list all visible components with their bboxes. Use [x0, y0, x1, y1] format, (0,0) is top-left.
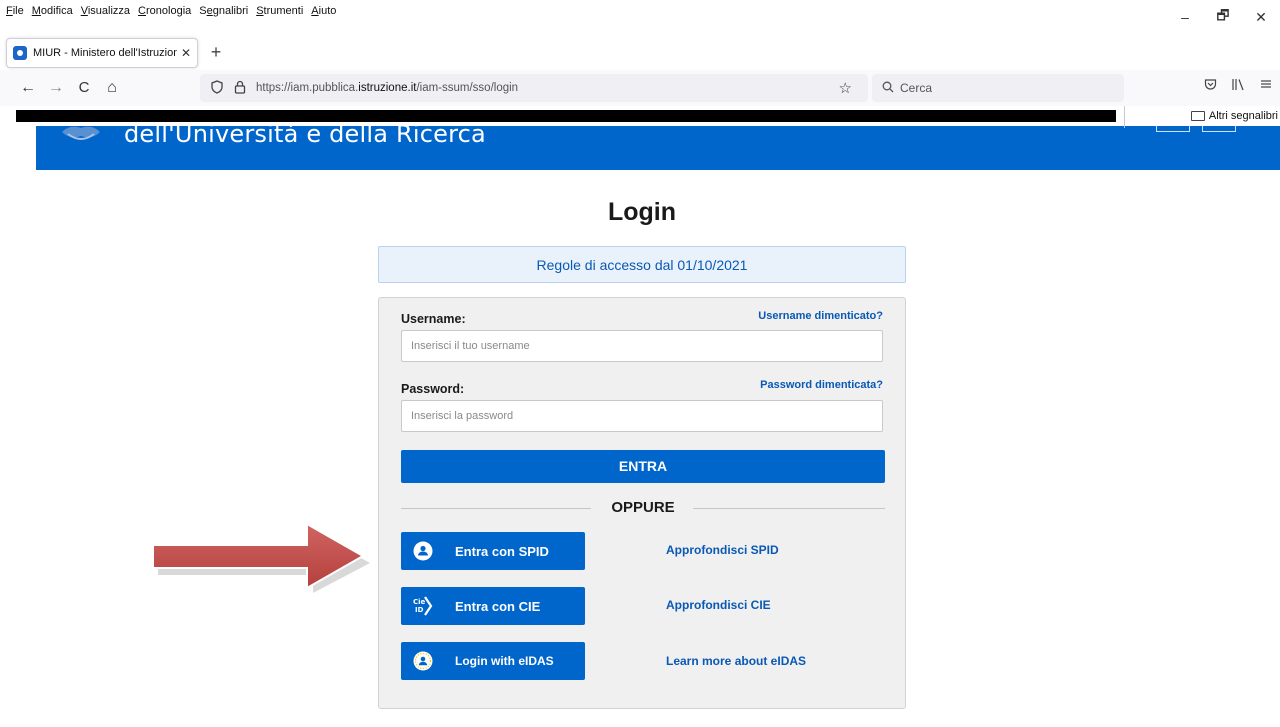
window-controls: – 🗗 ✕	[1166, 0, 1280, 34]
header-button-box[interactable]	[1156, 126, 1190, 132]
pocket-icon[interactable]	[1196, 78, 1224, 98]
forgot-username-link[interactable]: Username dimenticato?	[758, 310, 883, 322]
toolbar-right	[1196, 78, 1280, 98]
menu-icon[interactable]	[1252, 78, 1280, 98]
eidas-button-label: Login with eIDAS	[455, 654, 554, 668]
tab-strip: MIUR - Ministero dell'Istruzione ✕ +	[0, 34, 1280, 70]
site-header: dell'Università e della Ricerca	[36, 126, 1280, 170]
other-bookmarks[interactable]: Altri segnalibri	[1190, 107, 1280, 125]
home-icon[interactable]: ⌂	[102, 78, 122, 98]
republic-emblem-icon	[62, 126, 100, 140]
navigation-toolbar: ← → C ⌂ https://iam.pubblica.istruzione.…	[0, 70, 1280, 106]
svg-text:Cie: Cie	[413, 598, 426, 606]
search-bar[interactable]: Cerca	[872, 74, 1124, 102]
eidas-login-button[interactable]: Login with eIDAS	[401, 642, 585, 680]
username-label: Username:	[401, 312, 466, 326]
menu-segnalibri[interactable]: Segnalibri	[199, 5, 248, 17]
url-bar[interactable]: https://iam.pubblica.istruzione.it/iam-s…	[200, 74, 868, 102]
password-input[interactable]	[401, 400, 883, 432]
search-placeholder: Cerca	[900, 81, 933, 95]
header-button-box[interactable]	[1202, 126, 1236, 132]
menu-strumenti[interactable]: Strumenti	[256, 5, 303, 17]
reload-icon[interactable]: C	[74, 78, 94, 98]
rules-link[interactable]: Regole di accesso dal 01/10/2021	[378, 246, 906, 283]
spid-user-icon	[413, 541, 433, 561]
menu-visualizza[interactable]: Visualizza	[81, 5, 130, 17]
cie-button-label: Entra con CIE	[455, 598, 541, 614]
cie-login-button[interactable]: Cie ID Entra con CIE	[401, 587, 585, 625]
page-title: Login	[607, 198, 677, 226]
new-tab-button[interactable]: +	[206, 42, 226, 62]
red-arrow-annotation	[152, 522, 370, 593]
spid-login-button[interactable]: Entra con SPID	[401, 532, 585, 570]
menu-bar: File Modifica Visualizza Cronologia Segn…	[0, 0, 1280, 34]
svg-text:ID: ID	[415, 606, 424, 614]
search-icon	[882, 81, 894, 96]
eidas-user-icon	[413, 651, 433, 671]
close-window-button[interactable]: ✕	[1242, 0, 1280, 34]
lock-icon[interactable]	[234, 80, 246, 97]
library-icon[interactable]	[1224, 78, 1252, 98]
bookmark-star-icon[interactable]: ☆	[839, 79, 852, 97]
cie-id-icon: Cie ID	[413, 596, 433, 616]
header-title: dell'Università e della Ricerca	[124, 126, 486, 148]
tab-close-icon[interactable]: ✕	[181, 46, 191, 60]
restore-button[interactable]: 🗗	[1204, 0, 1242, 34]
menu-file[interactable]: File	[6, 5, 24, 17]
menu-aiuto[interactable]: Aiuto	[311, 5, 336, 17]
approfondisci-spid-link[interactable]: Approfondisci SPID	[666, 543, 779, 557]
miur-favicon-icon	[13, 46, 27, 60]
learn-more-eidas-link[interactable]: Learn more about eIDAS	[666, 654, 806, 668]
divider	[693, 508, 885, 509]
url-text: https://iam.pubblica.istruzione.it/iam-s…	[256, 82, 519, 94]
login-submit-button[interactable]: ENTRA	[401, 450, 885, 483]
menu-modifica[interactable]: Modifica	[32, 5, 73, 17]
back-icon[interactable]: ←	[18, 78, 38, 98]
username-input[interactable]	[401, 330, 883, 362]
folder-icon	[1190, 111, 1205, 121]
divider	[1124, 106, 1125, 128]
approfondisci-cie-link[interactable]: Approfondisci CIE	[666, 598, 771, 612]
tab-miur[interactable]: MIUR - Ministero dell'Istruzione ✕	[6, 38, 198, 68]
forgot-password-link[interactable]: Password dimenticata?	[760, 379, 883, 391]
password-label: Password:	[401, 382, 465, 396]
redaction-bar	[16, 110, 1116, 122]
login-panel: Username: Username dimenticato? Password…	[378, 297, 906, 709]
menu-cronologia[interactable]: Cronologia	[138, 5, 191, 17]
tracking-shield-icon[interactable]	[210, 79, 224, 97]
spid-button-label: Entra con SPID	[455, 543, 549, 559]
forward-icon[interactable]: →	[46, 78, 66, 98]
minimize-button[interactable]: –	[1166, 0, 1204, 34]
tab-title: MIUR - Ministero dell'Istruzione	[33, 47, 177, 59]
